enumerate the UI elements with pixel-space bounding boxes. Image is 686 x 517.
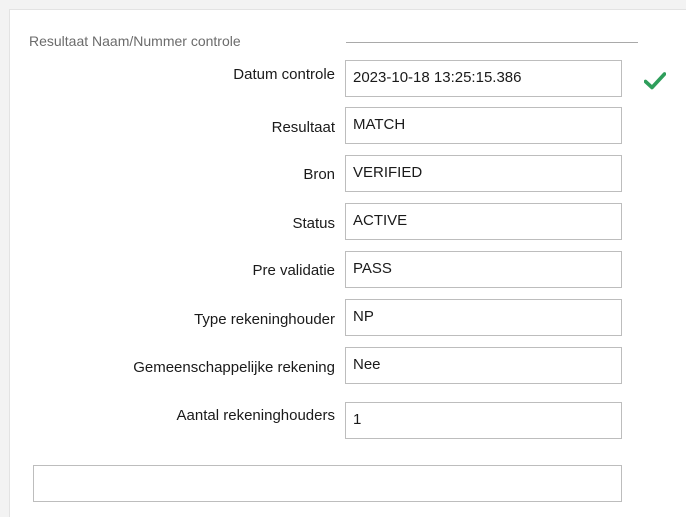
field-type-rekeninghouder[interactable]: NP xyxy=(345,299,622,336)
label-resultaat: Resultaat xyxy=(271,119,335,136)
label-pre-validatie: Pre validatie xyxy=(252,262,335,279)
label-aantal-rekeninghouders: Aantal rekeninghouders xyxy=(176,407,335,424)
field-bron[interactable]: VERIFIED xyxy=(345,155,622,192)
label-bron: Bron xyxy=(303,166,335,183)
group-divider xyxy=(346,42,638,43)
label-status: Status xyxy=(292,215,335,232)
label-gemeenschappelijke-rekening: Gemeenschappelijke rekening xyxy=(133,359,335,376)
field-status[interactable]: ACTIVE xyxy=(345,203,622,240)
field-aantal-rekeninghouders[interactable]: 1 xyxy=(345,402,622,439)
field-pre-validatie[interactable]: PASS xyxy=(345,251,622,288)
label-datum-controle: Datum controle xyxy=(233,66,335,83)
field-gemeenschappelijke-rekening[interactable]: Nee xyxy=(345,347,622,384)
field-datum-controle[interactable]: 2023-10-18 13:25:15.386 xyxy=(345,60,622,97)
checkmark-icon xyxy=(644,72,666,90)
group-title: Resultaat Naam/Nummer controle xyxy=(29,33,243,49)
label-type-rekeninghouder: Type rekeninghouder xyxy=(194,311,335,328)
field-resultaat[interactable]: MATCH xyxy=(345,107,622,144)
message-field[interactable] xyxy=(33,465,622,502)
